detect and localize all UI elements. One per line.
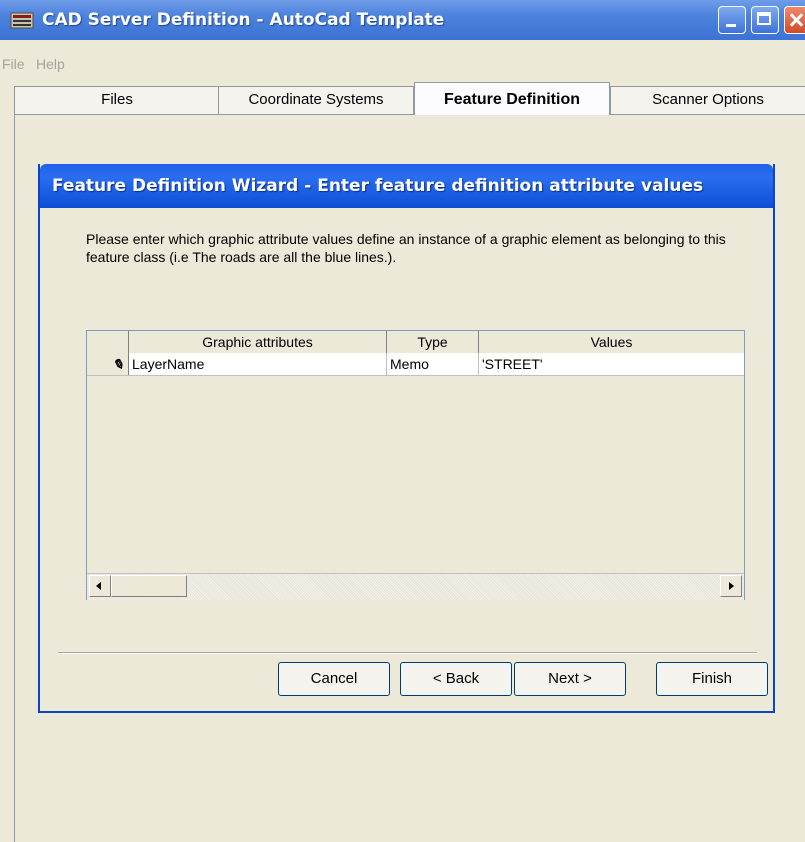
wizard-titlebar: Feature Definition Wizard - Enter featur…: [40, 164, 773, 208]
wizard-title: Feature Definition Wizard - Enter featur…: [52, 176, 704, 196]
row-selector-header: [87, 331, 129, 353]
tab-feature-definition[interactable]: Feature Definition: [414, 82, 610, 115]
column-header-type[interactable]: Type: [387, 331, 479, 353]
window-title: CAD Server Definition - AutoCad Template: [42, 10, 445, 30]
tab-coordinate-systems[interactable]: Coordinate Systems: [218, 86, 414, 114]
scroll-right-icon[interactable]: [720, 575, 742, 597]
tab-strip: Files Coordinate Systems Feature Definit…: [0, 82, 805, 115]
menu-help[interactable]: Help: [36, 56, 65, 72]
menu-file[interactable]: File: [2, 56, 25, 72]
wizard-instructions: Please enter which graphic attribute val…: [86, 231, 726, 265]
divider: [58, 652, 757, 654]
cell-attribute[interactable]: LayerName: [129, 353, 387, 375]
scroll-left-icon[interactable]: [89, 575, 111, 597]
grid-header: Graphic attributes Type Values: [87, 331, 744, 354]
column-header-graphic-attributes[interactable]: Graphic attributes: [129, 331, 387, 353]
tab-scanner-options[interactable]: Scanner Options: [610, 86, 805, 114]
finish-button[interactable]: Finish: [656, 662, 768, 696]
pencil-icon: ✎: [110, 355, 126, 373]
next-button[interactable]: Next >: [514, 662, 626, 696]
close-button[interactable]: [784, 6, 805, 34]
scroll-thumb[interactable]: [111, 575, 187, 597]
column-header-values[interactable]: Values: [479, 331, 744, 353]
cell-value[interactable]: 'STREET': [479, 353, 744, 375]
row-selector[interactable]: ✎: [87, 353, 129, 375]
table-row[interactable]: ✎ LayerName Memo 'STREET': [87, 353, 744, 376]
horizontal-scrollbar[interactable]: [87, 573, 744, 600]
cancel-button[interactable]: Cancel: [278, 662, 390, 696]
cell-type[interactable]: Memo: [387, 353, 479, 375]
minimize-button[interactable]: [718, 6, 746, 34]
window-titlebar[interactable]: CAD Server Definition - AutoCad Template: [0, 0, 805, 40]
tab-files[interactable]: Files: [14, 86, 220, 114]
grid-body: Graphic attributes Type Values ✎ LayerNa…: [87, 331, 744, 573]
back-button[interactable]: < Back: [400, 662, 512, 696]
feature-definition-wizard: Feature Definition Wizard - Enter featur…: [38, 164, 775, 713]
app-icon: [10, 12, 34, 29]
maximize-button[interactable]: [751, 6, 779, 34]
attribute-grid[interactable]: Graphic attributes Type Values ✎ LayerNa…: [86, 330, 745, 600]
